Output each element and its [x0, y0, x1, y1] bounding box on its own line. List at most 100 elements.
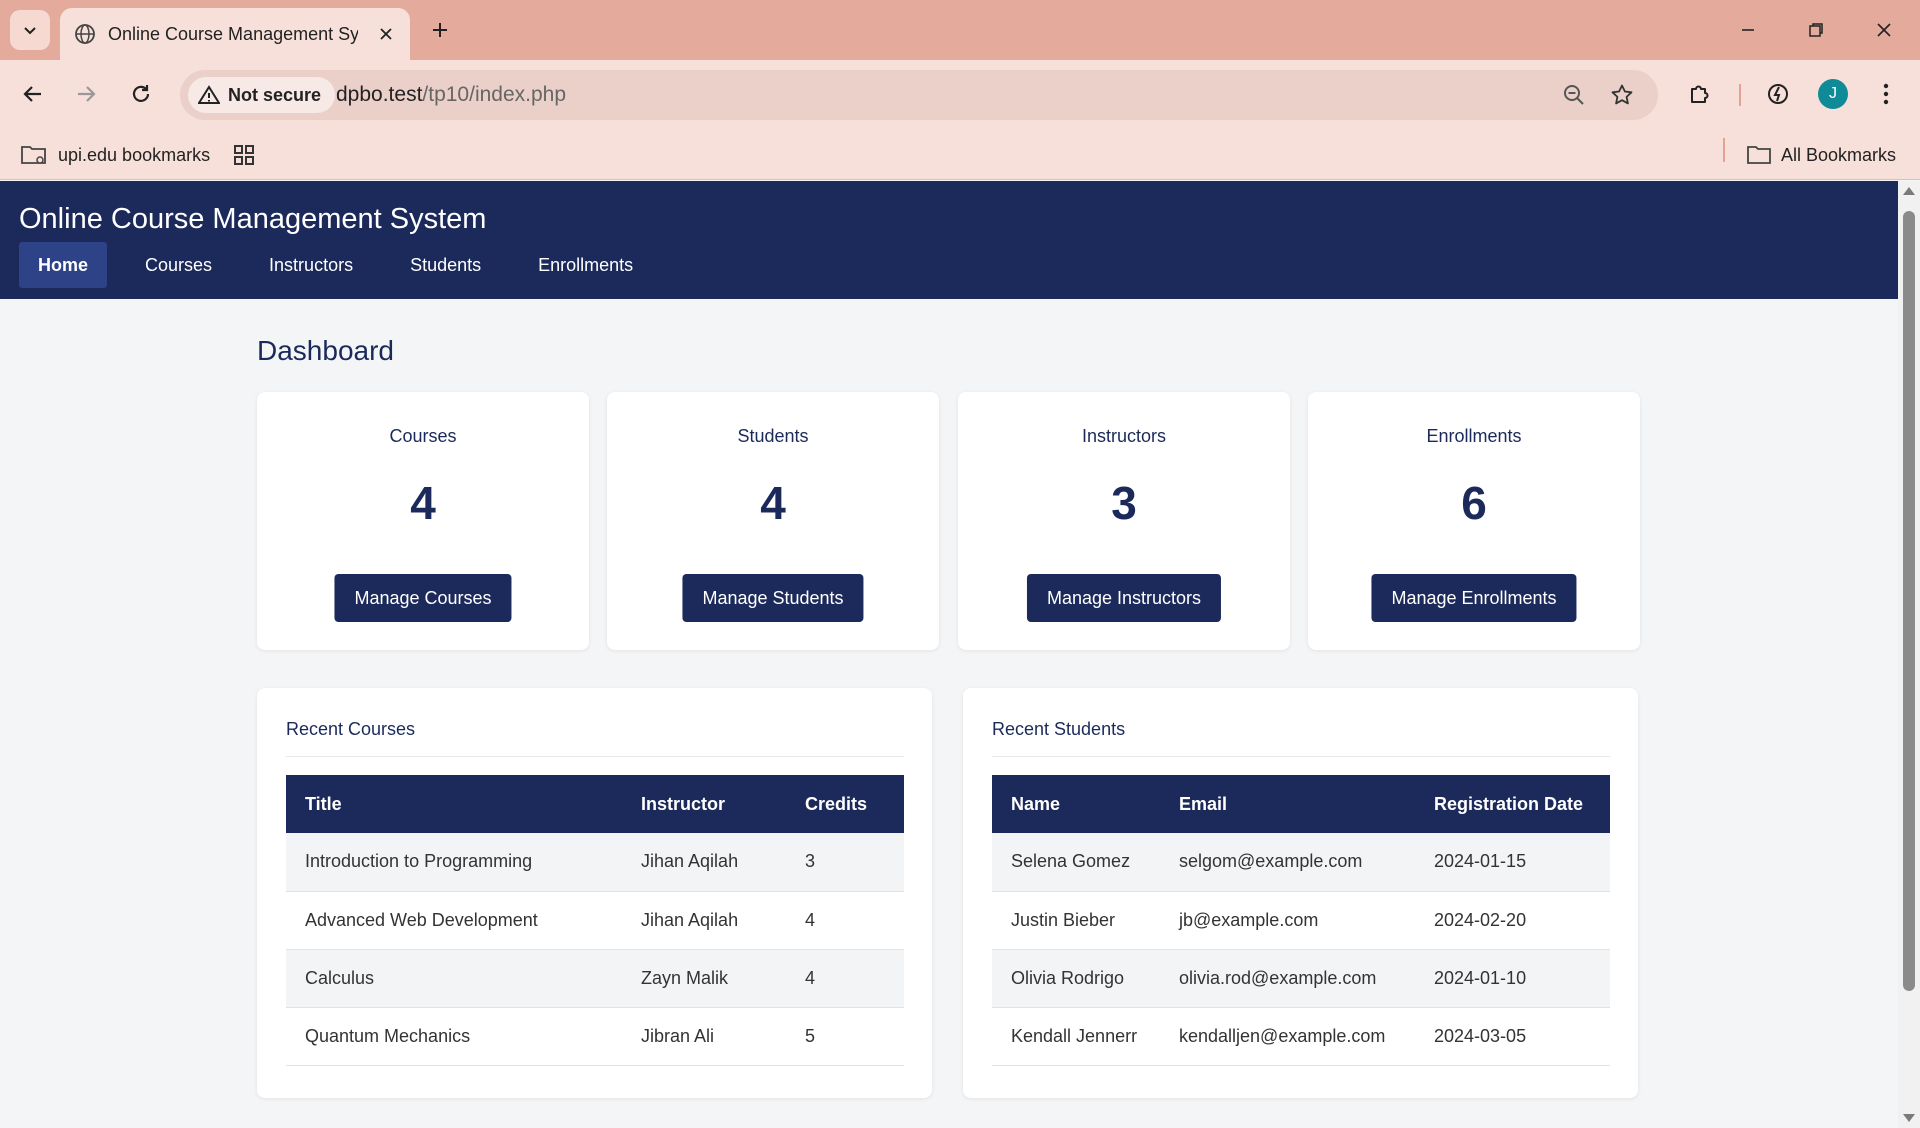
table-header-row: Title Instructor Credits — [286, 775, 904, 833]
browser-tab[interactable]: Online Course Management System — [60, 8, 410, 60]
table-row: Calculus Zayn Malik 4 — [286, 949, 904, 1008]
page-title: Dashboard — [257, 335, 394, 366]
recent-courses-table: Title Instructor Credits Introduction to… — [286, 775, 904, 1066]
nav-courses[interactable]: Courses — [126, 242, 231, 288]
forward-button[interactable] — [66, 74, 106, 114]
table-cell: Jihan Aqilah — [622, 833, 786, 892]
browser-toolbar: Not secure dpbo.test/tp10/index.php J — [0, 60, 1920, 130]
panel-title: Recent Courses — [286, 719, 416, 739]
zoom-button[interactable] — [1560, 81, 1588, 109]
table-cell: 5 — [786, 1007, 904, 1066]
table-cell: jb@example.com — [1160, 891, 1415, 950]
table-row: Kendall Jennerr kendalljen@example.com 2… — [992, 1007, 1610, 1066]
site-header: Online Course Management System Home Cou… — [0, 181, 1898, 299]
close-window-button[interactable] — [1862, 10, 1906, 50]
minimize-button[interactable] — [1726, 10, 1770, 50]
minimize-icon — [1742, 29, 1754, 31]
table-cell: selgom@example.com — [1160, 833, 1415, 892]
manage-instructors-button[interactable]: Manage Instructors — [1026, 574, 1222, 622]
table-cell: 2024-02-20 — [1415, 891, 1610, 950]
arrow-right-icon — [78, 86, 96, 102]
nav-students[interactable]: Students — [391, 242, 500, 288]
bookmark-star-button[interactable] — [1608, 81, 1636, 109]
manage-courses-button[interactable]: Manage Courses — [334, 574, 512, 622]
table-cell: Selena Gomez — [992, 833, 1160, 892]
column-header: Name — [992, 775, 1160, 833]
scroll-down-arrow-icon[interactable] — [1903, 1114, 1915, 1122]
table-cell: olivia.rod@example.com — [1160, 949, 1415, 1008]
extensions-button[interactable] — [1680, 74, 1720, 114]
scroll-up-arrow-icon[interactable] — [1903, 187, 1915, 195]
table-cell: Kendall Jennerr — [992, 1007, 1160, 1066]
nav-home[interactable]: Home — [19, 242, 108, 288]
recent-students-table: Name Email Registration Date Selena Gome… — [992, 775, 1610, 1066]
speedometer-icon — [1768, 84, 1788, 104]
bookmarks-separator — [1723, 138, 1725, 162]
managed-folder-icon — [21, 146, 46, 164]
profile-avatar[interactable]: J — [1818, 79, 1848, 109]
manage-enrollments-button[interactable]: Manage Enrollments — [1371, 574, 1577, 622]
security-chip[interactable]: Not secure — [188, 77, 336, 113]
table-cell: Jihan Aqilah — [622, 891, 786, 950]
nav-instructors[interactable]: Instructors — [250, 242, 372, 288]
page-scrollbar[interactable] — [1898, 181, 1920, 1128]
globe-icon — [75, 24, 95, 44]
security-label: Not secure — [228, 84, 322, 105]
puzzle-icon — [1691, 85, 1709, 103]
stat-card-count: 6 — [1461, 477, 1487, 529]
restore-icon — [1809, 23, 1823, 37]
url-path: /tp10/index.php — [422, 83, 567, 106]
table-row: Quantum Mechanics Jibran Ali 5 — [286, 1007, 904, 1066]
column-header: Email — [1160, 775, 1415, 833]
site-title: Online Course Management System — [19, 203, 487, 235]
url-host: dpbo.test — [336, 83, 423, 106]
column-header: Registration Date — [1415, 775, 1610, 833]
table-cell: Jibran Ali — [622, 1007, 786, 1066]
browser-menu-button[interactable] — [1866, 74, 1906, 114]
performance-button[interactable] — [1758, 74, 1798, 114]
new-tab-button[interactable] — [424, 14, 456, 46]
tab-search-button[interactable] — [10, 10, 50, 50]
table-cell: 3 — [786, 833, 904, 892]
stat-card-label: Students — [737, 426, 809, 446]
table-cell: Quantum Mechanics — [286, 1007, 622, 1066]
arrow-left-icon — [23, 86, 41, 102]
table-cell: Justin Bieber — [992, 891, 1160, 950]
stat-card-students: Students 4 Manage Students — [607, 392, 939, 650]
table-cell: 4 — [786, 949, 904, 1008]
stat-card-label: Instructors — [1081, 426, 1167, 446]
toolbar-separator — [1739, 84, 1741, 106]
reload-icon — [132, 85, 150, 102]
table-row: Introduction to Programming Jihan Aqilah… — [286, 833, 904, 892]
url-text[interactable]: dpbo.test/tp10/index.php — [336, 83, 566, 107]
table-row: Olivia Rodrigo olivia.rod@example.com 20… — [992, 949, 1610, 1008]
table-cell: 2024-01-10 — [1415, 949, 1610, 1008]
table-cell: 2024-03-05 — [1415, 1007, 1610, 1066]
close-icon — [380, 28, 392, 40]
chevron-down-icon — [24, 27, 36, 35]
close-tab-button[interactable] — [376, 24, 396, 44]
all-bookmarks-button[interactable]: All Bookmarks — [1747, 139, 1896, 171]
table-cell: Zayn Malik — [622, 949, 786, 1008]
grid-icon — [234, 145, 254, 165]
apps-shortcut[interactable] — [233, 139, 255, 171]
column-header: Credits — [786, 775, 904, 833]
restore-button[interactable] — [1794, 10, 1838, 50]
table-row: Advanced Web Development Jihan Aqilah 4 — [286, 891, 904, 950]
bookmark-folder-upi[interactable]: upi.edu bookmarks — [20, 139, 210, 171]
nav-enrollments[interactable]: Enrollments — [519, 242, 652, 288]
table-row: Selena Gomez selgom@example.com 2024-01-… — [992, 833, 1610, 892]
stat-card-count: 4 — [410, 477, 436, 529]
bookmark-folder-label: upi.edu bookmarks — [58, 144, 211, 165]
back-button[interactable] — [13, 74, 53, 114]
address-bar[interactable]: Not secure dpbo.test/tp10/index.php — [180, 70, 1658, 120]
reload-button[interactable] — [121, 74, 161, 114]
scrollbar-thumb[interactable] — [1903, 211, 1915, 991]
stat-card-instructors: Instructors 3 Manage Instructors — [958, 392, 1290, 650]
stat-card-count: 4 — [760, 477, 786, 529]
plus-icon — [433, 23, 447, 37]
stat-card-courses: Courses 4 Manage Courses — [257, 392, 589, 650]
manage-students-button[interactable]: Manage Students — [682, 574, 864, 622]
column-header: Instructor — [622, 775, 786, 833]
table-cell: kendalljen@example.com — [1160, 1007, 1415, 1066]
